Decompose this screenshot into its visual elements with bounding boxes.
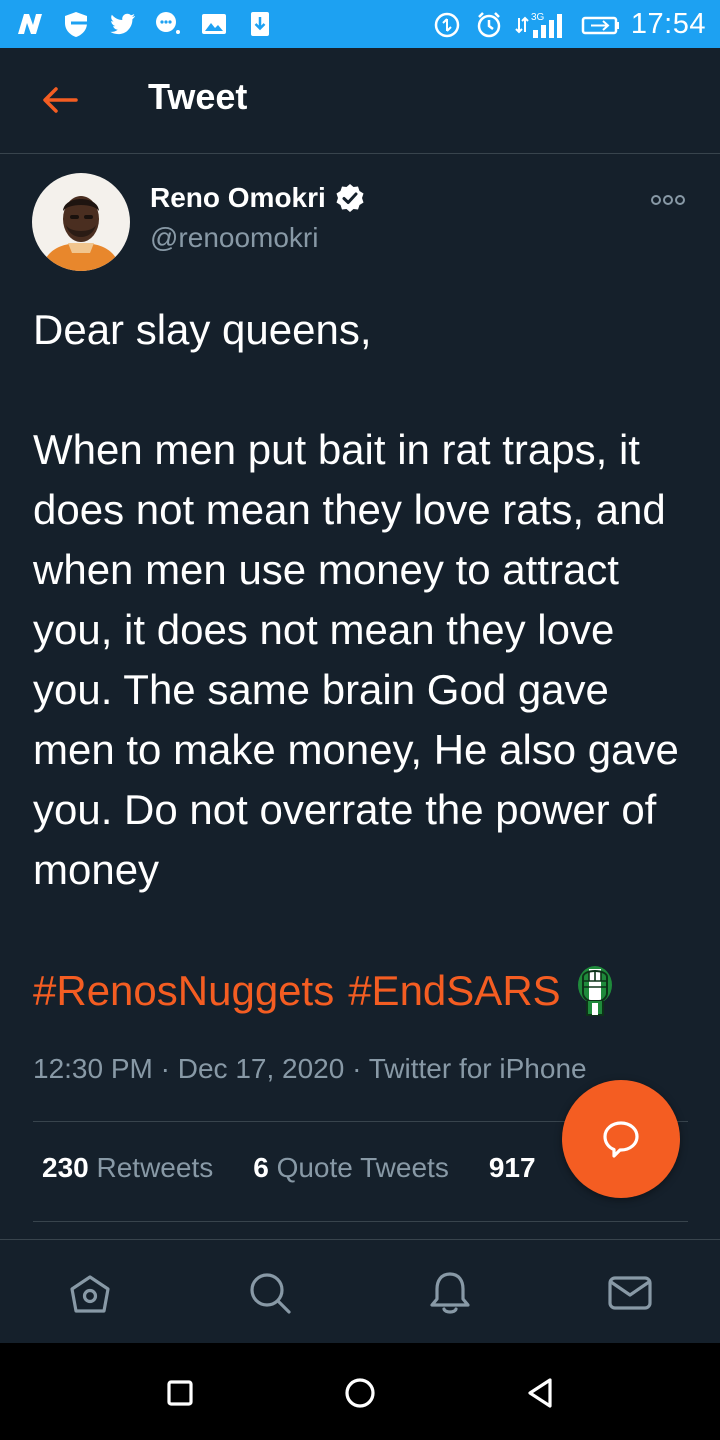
more-options-button[interactable] xyxy=(648,186,688,214)
tweet-meta: 12:30 PM · Dec 17, 2020 · Twitter for iP… xyxy=(33,1053,587,1085)
quote-tweets-label: Quote Tweets xyxy=(276,1152,449,1183)
twitter-bird-icon xyxy=(106,8,138,40)
chat-bubble-icon xyxy=(603,1121,639,1158)
nav-messages[interactable] xyxy=(605,1268,655,1318)
tweet-hashtags: #RenosNuggets #EndSARS xyxy=(33,961,615,1021)
reply-fab-button[interactable] xyxy=(562,1080,680,1198)
tweet-time[interactable]: 12:30 PM xyxy=(33,1053,153,1084)
image-icon xyxy=(198,8,230,40)
retweets-count: 230 xyxy=(42,1152,89,1183)
recents-icon xyxy=(167,1380,193,1406)
likes-stat[interactable]: 917 xyxy=(489,1152,536,1184)
network-type-label: 3G xyxy=(531,12,545,23)
quote-tweets-stat[interactable]: 6 Quote Tweets xyxy=(253,1152,449,1184)
search-icon xyxy=(250,1273,291,1314)
home-circle-icon xyxy=(345,1378,375,1408)
avatar[interactable] xyxy=(32,173,130,271)
tweet-source[interactable]: Twitter for iPhone xyxy=(369,1053,587,1084)
status-bar-system: 3G 17:54 xyxy=(431,8,706,41)
author-handle[interactable]: @renoomokri xyxy=(150,222,318,254)
notifications-icon xyxy=(430,1272,470,1314)
more-dots-icon xyxy=(651,195,685,205)
clock-time: 17:54 xyxy=(630,8,706,40)
home-icon xyxy=(70,1275,110,1313)
quote-tweets-count: 6 xyxy=(253,1152,269,1183)
verified-badge-icon xyxy=(336,184,364,212)
system-navigation-bar xyxy=(0,1343,720,1440)
bottom-navigation xyxy=(0,1239,720,1343)
meta-separator: · xyxy=(352,1053,362,1084)
hashtag-link[interactable]: #EndSARS xyxy=(348,967,560,1015)
arrow-left-icon xyxy=(43,87,78,113)
back-button[interactable] xyxy=(34,78,86,122)
messages-icon xyxy=(608,1276,652,1310)
status-bar: 3G 17:54 xyxy=(0,0,720,48)
hashtag-link[interactable]: #RenosNuggets xyxy=(33,967,334,1015)
profile-photo xyxy=(32,173,130,271)
back-system-button[interactable] xyxy=(520,1373,560,1413)
data-saver-icon xyxy=(431,9,463,41)
back-triangle-icon xyxy=(528,1378,552,1408)
shield-icon xyxy=(60,8,92,40)
n-app-icon xyxy=(14,8,46,40)
nav-notifications[interactable] xyxy=(425,1268,475,1318)
recents-button[interactable] xyxy=(160,1373,200,1413)
likes-count: 917 xyxy=(488,1152,536,1183)
tweet-text: Dear slay queens, When men put bait in r… xyxy=(33,306,679,893)
chat-dots-icon xyxy=(152,8,184,40)
author-name-row[interactable]: Reno Omokri xyxy=(150,182,366,214)
signal-icon: 3G xyxy=(515,9,571,41)
app-bar: Tweet xyxy=(0,48,720,154)
tweet-date[interactable]: Dec 17, 2020 xyxy=(178,1053,345,1084)
home-system-button[interactable] xyxy=(340,1373,380,1413)
download-icon xyxy=(244,8,276,40)
nav-home[interactable] xyxy=(65,1268,115,1318)
alarm-icon xyxy=(473,9,505,41)
battery-icon xyxy=(581,9,621,41)
divider xyxy=(33,1221,688,1222)
nav-search[interactable] xyxy=(245,1268,295,1318)
raised-fist-flag-icon xyxy=(577,966,612,1016)
meta-separator: · xyxy=(160,1053,170,1084)
page-title: Tweet xyxy=(148,76,248,117)
retweets-stat[interactable]: 230 Retweets xyxy=(42,1152,213,1184)
status-bar-notifications xyxy=(14,8,276,40)
retweets-label: Retweets xyxy=(96,1152,214,1183)
author-display-name[interactable]: Reno Omokri xyxy=(150,182,326,214)
tweet-stats: 230 Retweets 6 Quote Tweets 917 xyxy=(42,1152,536,1184)
